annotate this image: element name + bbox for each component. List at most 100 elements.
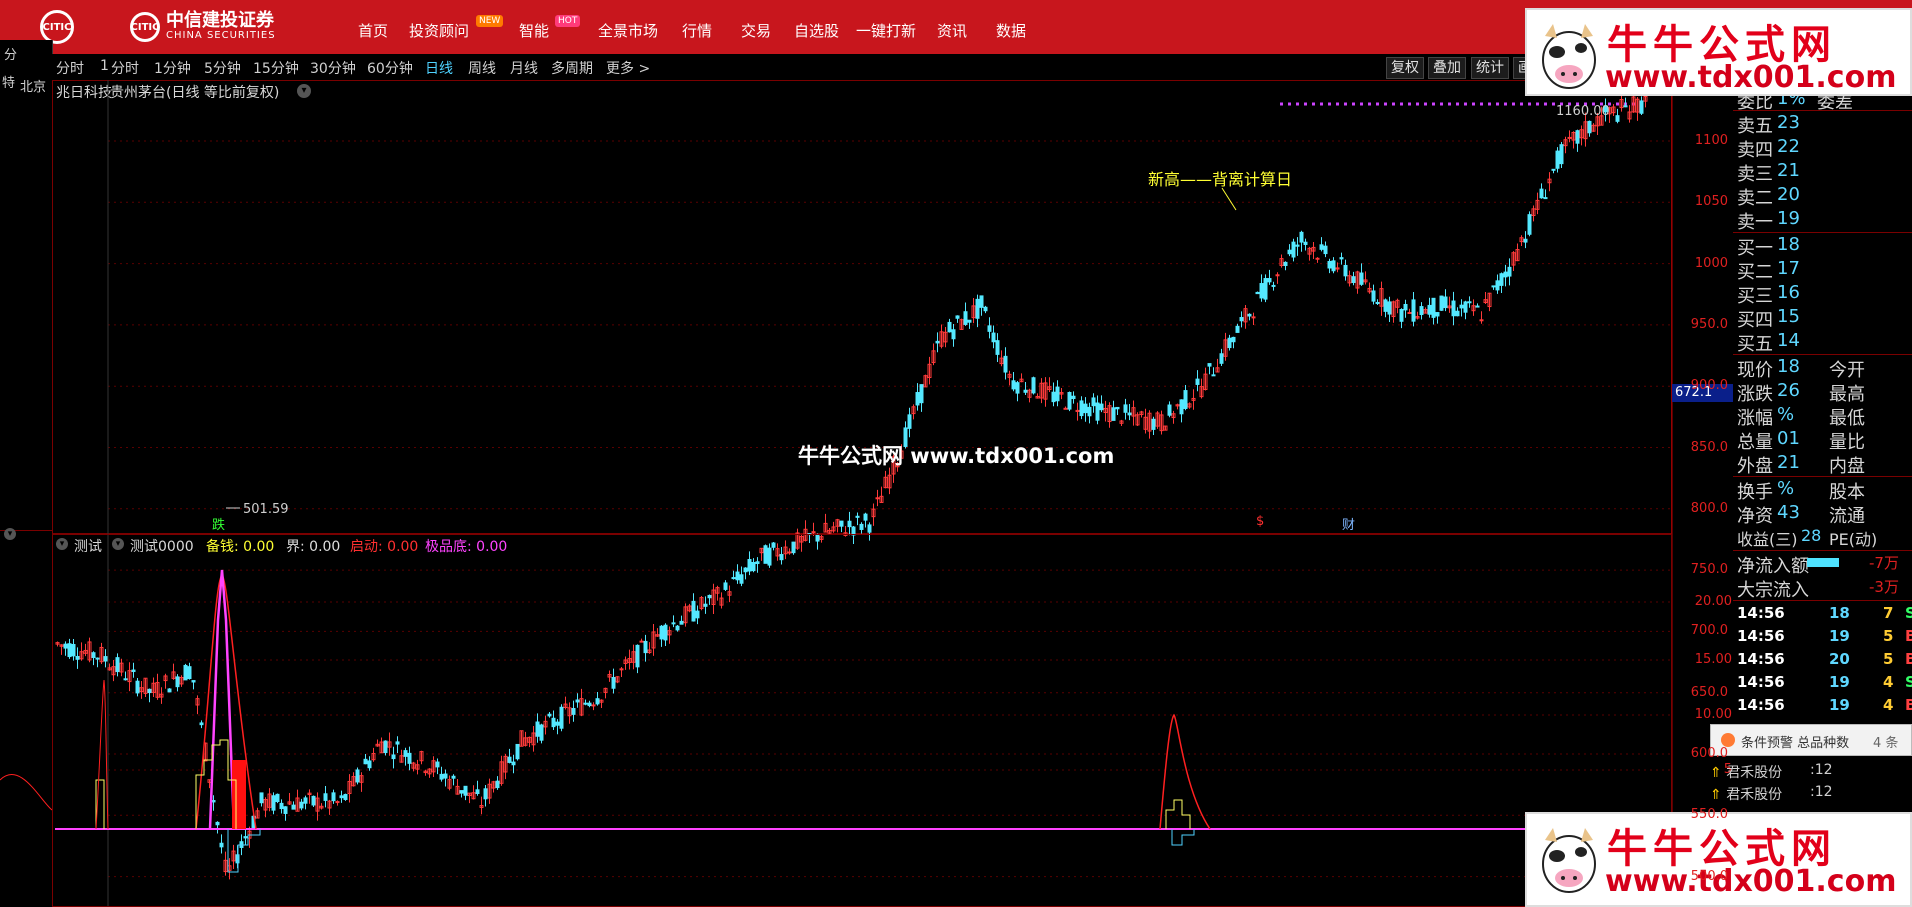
indicator-name: 测试0000 — [130, 539, 194, 555]
ob-flow-net: 净流入额 -7万 — [1737, 554, 1899, 577]
ob-buy-1[interactable]: 买一 18 — [1737, 234, 1800, 260]
ob-sep-4 — [1733, 476, 1912, 477]
candle-body — [1303, 241, 1308, 245]
candle-body — [1127, 412, 1132, 416]
ind-tick-10: 10.00 — [1694, 707, 1732, 722]
candle-body — [1459, 304, 1464, 309]
ob-sell-2[interactable]: 卖二 20 — [1737, 184, 1800, 210]
ob-sell-3[interactable]: 卖三 21 — [1737, 160, 1800, 186]
candle-body — [1087, 406, 1092, 417]
indicator-tab[interactable]: 测试 — [74, 536, 102, 556]
candle-body — [1555, 150, 1560, 169]
candle-body — [1015, 382, 1020, 394]
candle-body — [1239, 317, 1244, 322]
price-tick-label: 900.0 — [1690, 378, 1728, 394]
candle-body — [811, 531, 816, 534]
candle-body — [1451, 300, 1456, 317]
ob-sep-1 — [1733, 110, 1912, 111]
candle-body — [1351, 276, 1356, 283]
event-marker-finance[interactable]: 财 — [1342, 514, 1355, 533]
price-tick-label: 1000 — [1694, 255, 1728, 271]
candle-body — [1067, 392, 1072, 410]
candle-body — [1479, 319, 1484, 322]
candle-body — [1211, 374, 1216, 377]
candle-body — [855, 515, 860, 518]
indicator-collapse-icon[interactable]: ▾ — [56, 538, 68, 550]
tick-row: 14:56 20 5 B — [1737, 650, 1912, 668]
ob-stat-volume: 总量 01 量比 — [1737, 428, 1865, 453]
ob-stat-outer: 外盘 21 内盘 — [1737, 452, 1865, 477]
candle-body — [1083, 403, 1088, 414]
candle-body — [1227, 337, 1232, 349]
candle-body — [1219, 353, 1224, 364]
candle-body — [1003, 355, 1008, 373]
candle-body — [1251, 316, 1256, 319]
candle-body — [1091, 397, 1096, 407]
candle-body — [1431, 297, 1436, 318]
candle-body — [1063, 407, 1068, 410]
indicator-menu-icon[interactable]: ▾ — [112, 538, 124, 550]
ob-stat-turnover: 换手% 股本 — [1737, 478, 1865, 503]
ob-sell-1[interactable]: 卖一 19 — [1737, 208, 1800, 234]
ob-sell-5[interactable]: 卖五 23 — [1737, 112, 1800, 138]
candle-body — [1231, 336, 1236, 343]
candle-body — [1151, 418, 1156, 430]
candle-body — [1235, 325, 1240, 333]
candle-body — [1263, 278, 1268, 300]
ob-buy-3[interactable]: 买三 16 — [1737, 282, 1800, 308]
price-tick-label: 550.0 — [1690, 807, 1728, 823]
tick-row: 14:56 19 4 S — [1737, 673, 1912, 691]
candle-body — [1115, 406, 1120, 410]
candle-body — [1183, 390, 1188, 409]
ob-buy-5[interactable]: 买五 14 — [1737, 330, 1800, 356]
annotation-arrow — [1221, 187, 1237, 211]
candle-body — [1575, 130, 1580, 144]
candle-body — [1343, 264, 1348, 277]
cow-mascot-icon — [1542, 828, 1596, 893]
alert-popup[interactable]: 条件预警 总品种数 4 条 — [1710, 724, 1912, 756]
candle-body — [1287, 249, 1292, 255]
candle-body — [955, 315, 960, 319]
candle-body — [1327, 260, 1332, 269]
ob-buy-2[interactable]: 买二 17 — [1737, 258, 1800, 284]
ob-buy-4[interactable]: 买四 15 — [1737, 306, 1800, 332]
candle-body — [1383, 299, 1388, 312]
low-price-label: 501.59 — [243, 502, 289, 517]
alert-row[interactable]: ⇑ 君禾股份:12 — [1710, 784, 1860, 806]
cow-mascot-icon — [1542, 24, 1596, 89]
watermark-box-top: 牛牛公式网 www.tdx001.com — [1525, 8, 1912, 96]
ind-tick-20: 20.00 — [1694, 594, 1732, 609]
ob-stat-pct: 涨幅% 最低 — [1737, 404, 1865, 429]
candle-body — [1295, 244, 1300, 247]
candle-body — [867, 524, 872, 533]
left-collapse-icon[interactable]: ▾ — [4, 528, 16, 540]
ob-sell-4[interactable]: 卖四 22 — [1737, 136, 1800, 162]
candle-body — [1319, 244, 1324, 250]
candle-body — [1427, 304, 1432, 315]
candle-body — [1495, 280, 1500, 291]
candle-body — [1283, 261, 1288, 267]
candle-body — [859, 523, 864, 530]
ob-stat-change: 涨跌 26 最高 — [1737, 380, 1865, 405]
candle-body — [1587, 120, 1592, 134]
candle-body — [875, 497, 880, 500]
candle-body — [967, 319, 972, 323]
candle-body — [1527, 214, 1532, 235]
candle-body — [1559, 144, 1564, 165]
alert-count: 4 条 — [1873, 736, 1899, 751]
alert-row[interactable]: ⇑ 君禾股份:12 — [1710, 762, 1860, 784]
candle-body — [1539, 188, 1544, 199]
price-tick-label: 650.0 — [1690, 684, 1728, 700]
tick-row: 14:56 18 7 S — [1737, 604, 1912, 622]
candle-body — [1339, 257, 1344, 260]
price-tick-label: 700.0 — [1690, 623, 1728, 639]
candle-body — [987, 325, 992, 332]
candle-body — [1255, 291, 1260, 295]
candle-body — [1195, 378, 1200, 385]
candle-body — [979, 295, 984, 308]
watermark-box-bottom: 牛牛公式网 www.tdx001.com — [1525, 812, 1912, 907]
event-marker-dollar[interactable]: $ — [1256, 514, 1264, 529]
tick-row: 14:56 19 4 B — [1737, 696, 1912, 714]
candle-body — [1375, 301, 1380, 304]
candle-body — [963, 311, 968, 325]
